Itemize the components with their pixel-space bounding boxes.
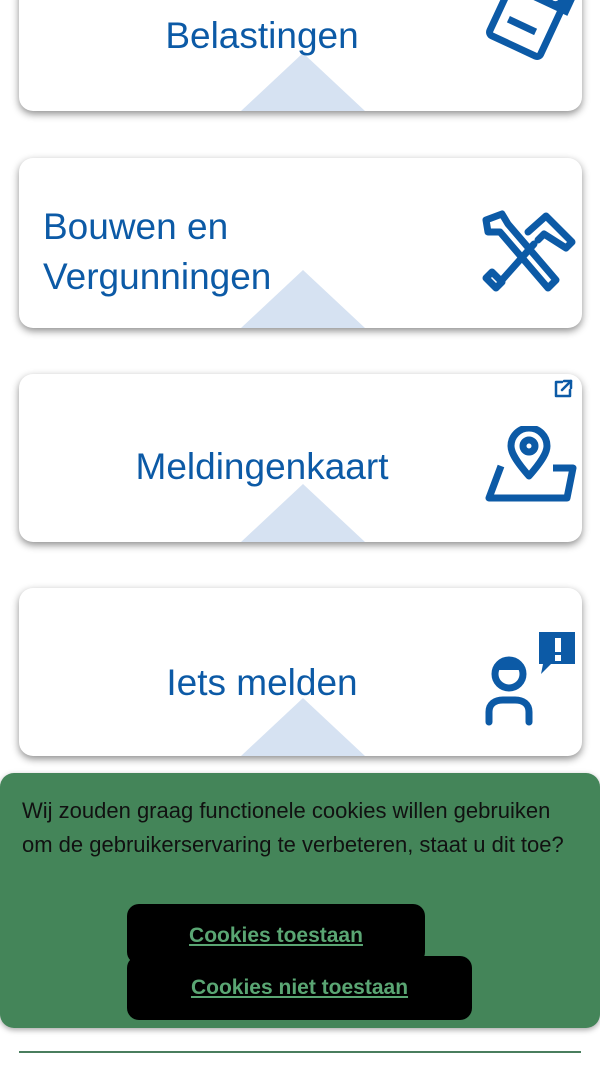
- cookie-message: Wij zouden graag functionele cookies wil…: [22, 798, 564, 857]
- card-title: Meldingenkaart: [135, 446, 389, 487]
- allow-cookies-button[interactable]: Cookies toestaan: [127, 904, 425, 964]
- hammer-wrench-icon: [482, 210, 576, 292]
- card-title: Belastingen: [165, 15, 359, 56]
- card-title: Bouwen en Vergunningen: [43, 206, 272, 297]
- external-link-icon: [554, 379, 573, 398]
- card-iets-melden[interactable]: Iets melden: [19, 588, 582, 756]
- footer-divider: [19, 1051, 581, 1053]
- map-pin-icon: [485, 426, 577, 502]
- person-report-icon: [485, 632, 575, 726]
- card-title: Iets melden: [166, 662, 358, 703]
- card-bouwen-en-vergunningen[interactable]: Bouwen en Vergunningen: [19, 158, 582, 328]
- card-meldingenkaart[interactable]: Meldingenkaart: [19, 374, 582, 542]
- card-decoration-triangle: [241, 484, 365, 542]
- card-belastingen[interactable]: Belastingen €: [19, 0, 582, 111]
- deny-cookies-button[interactable]: Cookies niet toestaan: [127, 956, 472, 1020]
- cookie-consent-banner: Wij zouden graag functionele cookies wil…: [0, 773, 600, 1028]
- tax-document-euro-icon: €: [486, 0, 582, 60]
- card-decoration-triangle: [241, 53, 365, 111]
